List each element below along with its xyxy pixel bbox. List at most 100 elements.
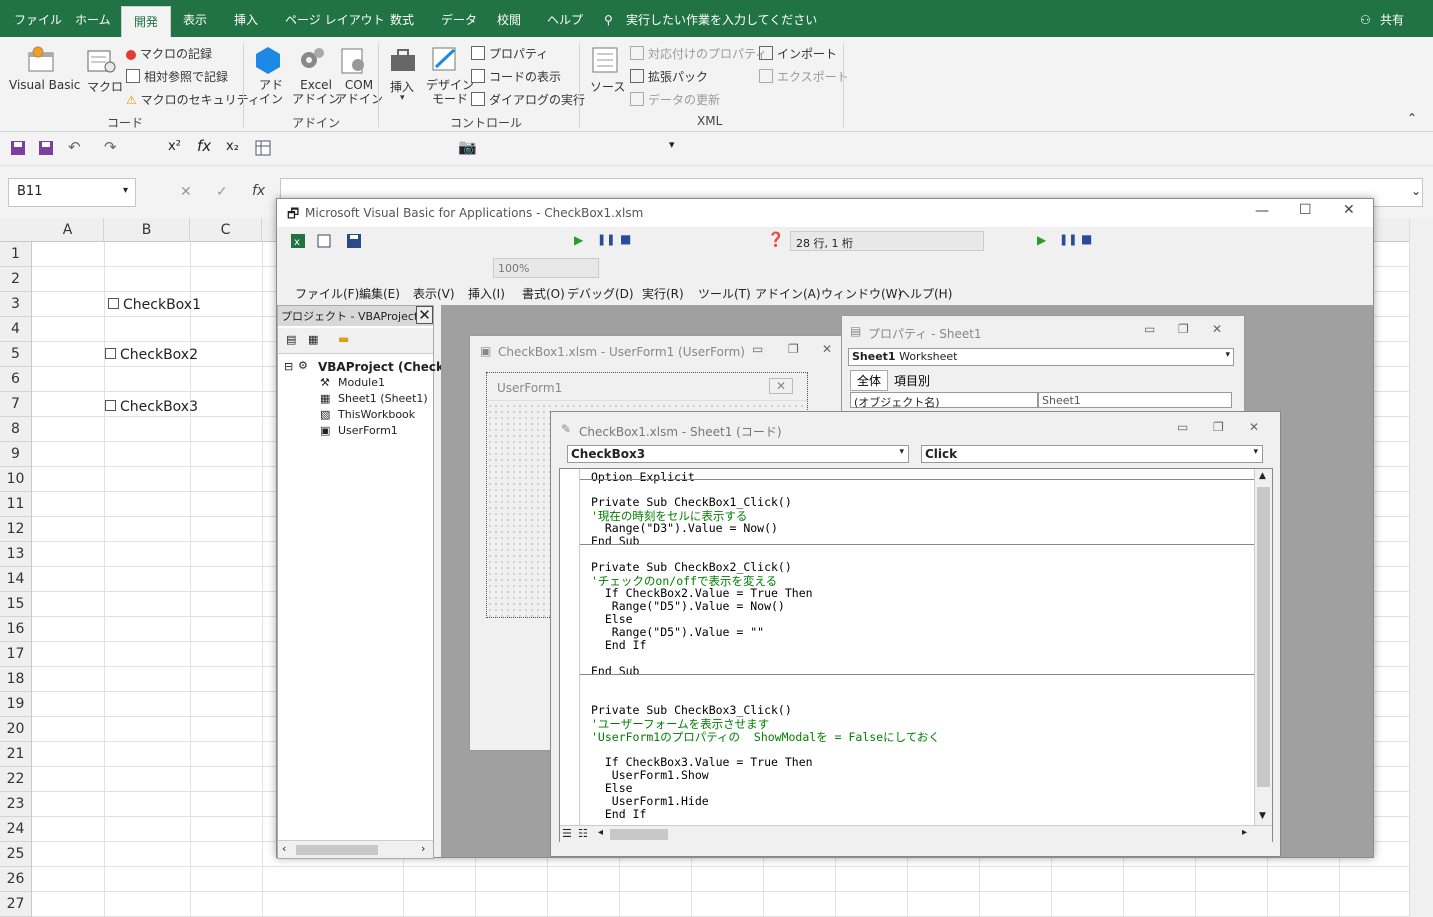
camera-icon[interactable]: 📷: [458, 138, 477, 156]
scroll-right-icon[interactable]: ▸: [1242, 827, 1247, 838]
property-value-cell[interactable]: Sheet1: [1038, 392, 1232, 408]
sheet-checkbox-1[interactable]: CheckBox1: [108, 297, 201, 313]
project-horizontal-scrollbar[interactable]: ‹ ›: [278, 840, 433, 858]
vba-menu-item[interactable]: 書式(O): [522, 285, 565, 302]
scroll-down-icon[interactable]: ▼: [1259, 811, 1266, 821]
import-button[interactable]: インポート: [759, 45, 837, 62]
tab-data[interactable]: データ: [441, 0, 477, 37]
column-header-a[interactable]: A: [32, 218, 104, 242]
vba-menu-item[interactable]: アドイン(A): [755, 285, 821, 302]
save-as-icon[interactable]: [38, 140, 54, 156]
vba-menu-item[interactable]: 編集(E): [359, 285, 400, 302]
row-header[interactable]: 26: [0, 867, 32, 892]
row-header[interactable]: 7: [0, 392, 32, 417]
column-header-b[interactable]: B: [104, 218, 190, 242]
scroll-up-icon[interactable]: ▲: [1259, 471, 1266, 481]
tab-review[interactable]: 校閲: [497, 0, 521, 37]
row-header[interactable]: 15: [0, 592, 32, 617]
row-header[interactable]: 16: [0, 617, 32, 642]
name-box-dropdown-icon[interactable]: ▾: [123, 185, 128, 196]
row-header[interactable]: 6: [0, 367, 32, 392]
record-macro-button[interactable]: マクロの記録: [126, 45, 212, 62]
vba-menu-item[interactable]: ヘルプ(H): [898, 285, 952, 302]
macro-button[interactable]: マクロ: [87, 78, 123, 95]
minimize-button[interactable]: —: [1255, 203, 1269, 219]
redo-icon[interactable]: ↷: [104, 138, 117, 156]
column-header-c[interactable]: C: [190, 218, 262, 242]
sheet-checkbox-2[interactable]: CheckBox2: [105, 347, 198, 363]
excel-icon[interactable]: x: [291, 234, 305, 248]
tab-home[interactable]: ホーム: [75, 0, 111, 37]
expand-formula-icon[interactable]: ⌄: [1411, 184, 1421, 198]
full-module-view-icon[interactable]: ☷: [578, 827, 588, 840]
row-header[interactable]: 3: [0, 292, 32, 317]
tab-insert[interactable]: 挿入: [234, 0, 258, 37]
scroll-left-icon[interactable]: ◂: [598, 827, 603, 838]
row-header[interactable]: 11: [0, 492, 32, 517]
sheet-vertical-scrollbar[interactable]: [1409, 218, 1433, 917]
minimize-button[interactable]: ▭: [752, 342, 763, 356]
row-header[interactable]: 1: [0, 242, 32, 267]
collapse-ribbon-icon[interactable]: ⌃: [1407, 111, 1417, 125]
tree-collapse-icon[interactable]: ⊟: [284, 360, 293, 373]
row-header[interactable]: 10: [0, 467, 32, 492]
insert-module-icon[interactable]: [317, 234, 331, 248]
export-button[interactable]: エクスポート: [759, 68, 849, 85]
tab-help[interactable]: ヘルプ: [547, 0, 583, 37]
cancel-icon[interactable]: ✕: [180, 184, 192, 200]
visual-basic-button[interactable]: Visual Basic: [9, 78, 80, 92]
enter-icon[interactable]: ✓: [216, 184, 228, 200]
relative-reference-button[interactable]: 相対参照で記録: [126, 68, 228, 85]
share-button[interactable]: 共有: [1380, 0, 1404, 37]
row-header[interactable]: 18: [0, 667, 32, 692]
tree-item-module1[interactable]: Module1: [338, 376, 385, 389]
close-button[interactable]: ✕: [1343, 202, 1355, 218]
row-header[interactable]: 2: [0, 267, 32, 292]
break-icon[interactable]: ❚❚: [597, 233, 615, 246]
insert-function-icon[interactable]: fx: [252, 183, 265, 199]
row-header[interactable]: 14: [0, 567, 32, 592]
tab-formulas[interactable]: 数式: [390, 0, 414, 37]
scroll-thumb[interactable]: [610, 829, 668, 840]
row-header[interactable]: 27: [0, 892, 32, 917]
name-box[interactable]: B11: [8, 178, 136, 207]
view-code-icon[interactable]: ▤: [286, 333, 296, 346]
customize-qat-icon[interactable]: ▾: [669, 138, 675, 151]
restore-button[interactable]: ❐: [788, 342, 799, 356]
maximize-button[interactable]: ☐: [1299, 202, 1312, 218]
macro-security-button[interactable]: ⚠ マクロのセキュリティ: [126, 91, 260, 108]
minimize-button[interactable]: ▭: [1144, 322, 1155, 336]
row-header[interactable]: 8: [0, 417, 32, 442]
row-header[interactable]: 12: [0, 517, 32, 542]
row-header[interactable]: 21: [0, 742, 32, 767]
table-icon[interactable]: [255, 140, 271, 156]
row-header[interactable]: 24: [0, 817, 32, 842]
tab-file[interactable]: ファイル: [14, 0, 62, 37]
row-header[interactable]: 9: [0, 442, 32, 467]
close-button[interactable]: ✕: [1249, 420, 1259, 434]
refresh-data-button[interactable]: データの更新: [630, 91, 720, 108]
scroll-left-icon[interactable]: ‹: [282, 842, 286, 855]
row-header[interactable]: 13: [0, 542, 32, 567]
tab-developer[interactable]: 開発: [121, 6, 172, 37]
vba-menu-item[interactable]: ファイル(F): [295, 285, 359, 302]
view-object-icon[interactable]: ▦: [308, 333, 318, 346]
subscript-icon[interactable]: x₂: [226, 139, 239, 154]
search-icon[interactable]: ⚲: [604, 0, 613, 37]
undo-icon[interactable]: ↶: [68, 138, 81, 156]
debug-run-icon[interactable]: ▶: [1037, 233, 1046, 247]
view-code-button[interactable]: コードの表示: [471, 68, 561, 85]
scroll-thumb[interactable]: [296, 845, 378, 855]
row-header[interactable]: 17: [0, 642, 32, 667]
function-icon[interactable]: fx: [197, 137, 211, 155]
restore-button[interactable]: ❐: [1178, 322, 1189, 336]
design-mode-button[interactable]: デザイン モード: [426, 78, 474, 106]
vba-menu-item[interactable]: 実行(R): [642, 285, 684, 302]
debug-break-icon[interactable]: ❚❚: [1059, 233, 1077, 246]
object-combo[interactable]: CheckBox3 ▾: [567, 445, 909, 463]
minimize-button[interactable]: ▭: [1177, 420, 1188, 434]
restore-button[interactable]: ❐: [1213, 420, 1224, 434]
run-dialog-button[interactable]: ダイアログの実行: [471, 91, 585, 108]
close-icon[interactable]: ✕: [416, 306, 433, 324]
map-properties-button[interactable]: 対応付けのプロパティ: [630, 45, 767, 62]
